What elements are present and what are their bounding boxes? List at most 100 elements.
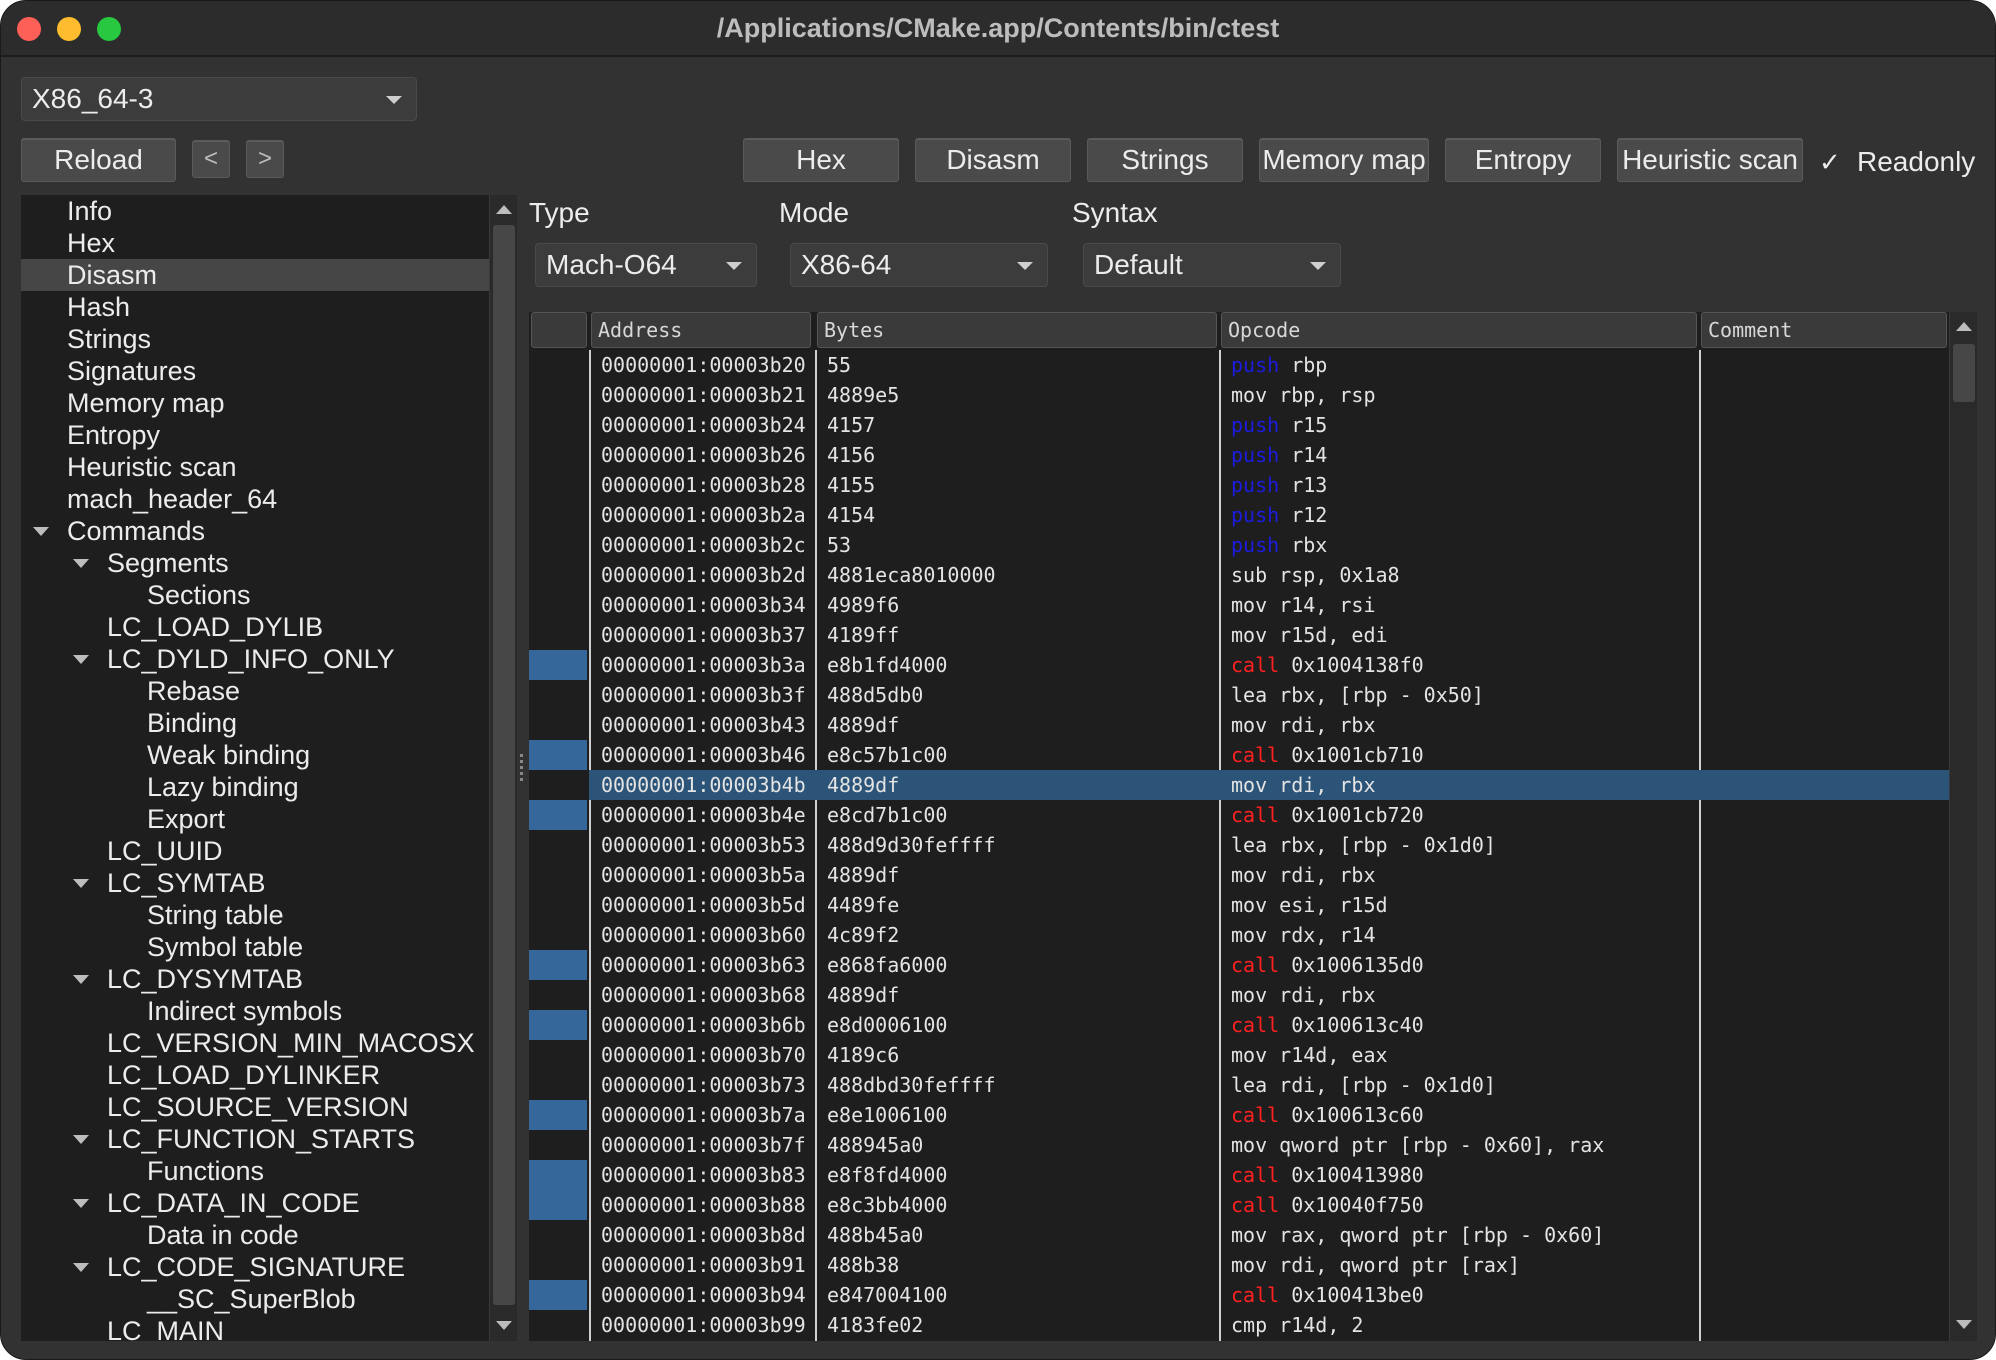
table-row[interactable]: 00000001:00003b70 4189c6 mov r14d, eax (529, 1040, 1949, 1070)
tree-item[interactable]: Functions (21, 1155, 489, 1187)
tab-disasm[interactable]: Disasm (915, 138, 1071, 182)
tree-item[interactable]: Symbol table (21, 931, 489, 963)
table-row[interactable]: 00000001:00003b99 4183fe02 cmp r14d, 2 (529, 1310, 1949, 1340)
tree-item[interactable]: LC_VERSION_MIN_MACOSX (21, 1027, 489, 1059)
mode-select[interactable]: X86-64 (790, 243, 1048, 287)
scroll-up-icon[interactable] (496, 205, 512, 214)
reload-button[interactable]: Reload (21, 138, 176, 182)
tree-item[interactable]: LC_UUID (21, 835, 489, 867)
tree-item[interactable]: Heuristic scan (21, 451, 489, 483)
expand-arrow-icon[interactable] (73, 1199, 89, 1208)
table-row[interactable]: 00000001:00003b68 4889df mov rdi, rbx (529, 980, 1949, 1010)
table-row[interactable]: 00000001:00003b83 e8f8fd4000 call 0x100413… (529, 1160, 1949, 1190)
tree-item[interactable]: Commands (21, 515, 489, 547)
tree-item[interactable]: Hash (21, 291, 489, 323)
forward-button[interactable]: > (246, 140, 284, 178)
tree-item[interactable]: Data in code (21, 1219, 489, 1251)
scroll-down-icon[interactable] (1956, 1320, 1972, 1329)
pane-splitter-handle[interactable] (519, 751, 525, 791)
table-scroll-thumb[interactable] (1953, 344, 1975, 402)
expand-arrow-icon[interactable] (73, 1263, 89, 1272)
readonly-checkbox[interactable]: ✓ Readonly (1819, 141, 1975, 183)
table-row[interactable]: 00000001:00003b2d 4881eca8010000 sub rsp, … (529, 560, 1949, 590)
scroll-up-icon[interactable] (1956, 322, 1972, 331)
expand-arrow-icon[interactable] (73, 1135, 89, 1144)
table-row[interactable]: 00000001:00003b26 4156 push r14 (529, 440, 1949, 470)
expand-arrow-icon[interactable] (33, 527, 49, 536)
tab-hex[interactable]: Hex (743, 138, 899, 182)
tree-item[interactable]: LC_SOURCE_VERSION (21, 1091, 489, 1123)
tree-item[interactable]: mach_header_64 (21, 483, 489, 515)
tree-item[interactable]: Binding (21, 707, 489, 739)
tree-item[interactable]: Export (21, 803, 489, 835)
expand-arrow-icon[interactable] (73, 655, 89, 664)
tree-item[interactable]: Signatures (21, 355, 489, 387)
table-row[interactable]: 00000001:00003b24 4157 push r15 (529, 410, 1949, 440)
tab-strings[interactable]: Strings (1087, 138, 1243, 182)
tree-item[interactable]: Weak binding (21, 739, 489, 771)
table-row[interactable]: 00000001:00003b5d 4489fe mov esi, r15d (529, 890, 1949, 920)
table-row[interactable]: 00000001:00003b21 4889e5 mov rbp, rsp (529, 380, 1949, 410)
column-header-opcode[interactable]: Opcode (1221, 312, 1697, 348)
table-row[interactable]: 00000001:00003b7a e8e1006100 call 0x100613… (529, 1100, 1949, 1130)
tree-scrollbar[interactable] (489, 195, 517, 1341)
column-header-comment[interactable]: Comment (1701, 312, 1947, 348)
tree-item[interactable]: Lazy binding (21, 771, 489, 803)
table-row[interactable]: 00000001:00003b73 488dbd30feffff lea rdi, … (529, 1070, 1949, 1100)
column-header-bytes[interactable]: Bytes (817, 312, 1217, 348)
table-row[interactable]: 00000001:00003b20 55 push rbp (529, 350, 1949, 380)
tree-item[interactable]: Info (21, 195, 489, 227)
tree-item[interactable]: LC_CODE_SIGNATURE (21, 1251, 489, 1283)
scroll-down-icon[interactable] (496, 1321, 512, 1330)
type-select[interactable]: Mach-O64 (535, 243, 757, 287)
table-row[interactable]: 00000001:00003b63 e868fa6000 call 0x100613… (529, 950, 1949, 980)
table-row[interactable]: 00000001:00003b43 4889df mov rdi, rbx (529, 710, 1949, 740)
disasm-table[interactable]: Address Bytes Opcode Comment 00000001:00… (529, 312, 1949, 1341)
table-row[interactable]: 00000001:00003b46 e8c57b1c00 call 0x1001cb… (529, 740, 1949, 770)
tree-item[interactable]: Sections (21, 579, 489, 611)
tree-item[interactable]: LC_MAIN (21, 1315, 489, 1341)
tab-heuristic-scan[interactable]: Heuristic scan (1617, 138, 1803, 182)
tree-item[interactable]: LC_DATA_IN_CODE (21, 1187, 489, 1219)
tree-item[interactable]: LC_DYLD_INFO_ONLY (21, 643, 489, 675)
table-row[interactable]: 00000001:00003b2c 53 push rbx (529, 530, 1949, 560)
tree-item[interactable]: Strings (21, 323, 489, 355)
table-row[interactable]: 00000001:00003b28 4155 push r13 (529, 470, 1949, 500)
table-row[interactable]: 00000001:00003b34 4989f6 mov r14, rsi (529, 590, 1949, 620)
table-row[interactable]: 00000001:00003b60 4c89f2 mov rdx, r14 (529, 920, 1949, 950)
tab-memory-map[interactable]: Memory map (1259, 138, 1429, 182)
tree-item[interactable]: Rebase (21, 675, 489, 707)
tree-item[interactable]: String table (21, 899, 489, 931)
table-row[interactable]: 00000001:00003b2a 4154 push r12 (529, 500, 1949, 530)
table-row[interactable]: 00000001:00003b6b e8d0006100 call 0x100613… (529, 1010, 1949, 1040)
tree-scroll-thumb[interactable] (493, 225, 515, 1305)
table-row[interactable]: 00000001:00003b88 e8c3bb4000 call 0x10040f… (529, 1190, 1949, 1220)
column-header-marker[interactable] (531, 312, 587, 348)
table-row[interactable]: 00000001:00003b4e e8cd7b1c00 call 0x1001cb… (529, 800, 1949, 830)
expand-arrow-icon[interactable] (73, 879, 89, 888)
arch-select[interactable]: X86_64-3 (21, 77, 417, 121)
column-header-address[interactable]: Address (591, 312, 811, 348)
tree-item[interactable]: Entropy (21, 419, 489, 451)
expand-arrow-icon[interactable] (73, 559, 89, 568)
tree-item[interactable]: Disasm (21, 259, 489, 291)
table-row[interactable]: 00000001:00003b3a e8b1fd4000 call 0x100413… (529, 650, 1949, 680)
back-button[interactable]: < (192, 140, 230, 178)
tree-item[interactable]: __SC_SuperBlob (21, 1283, 489, 1315)
tree-item[interactable]: LC_SYMTAB (21, 867, 489, 899)
table-row[interactable]: 00000001:00003b3f 488d5db0 lea rbx, [rbp -… (529, 680, 1949, 710)
syntax-select[interactable]: Default (1083, 243, 1341, 287)
table-scrollbar[interactable] (1949, 312, 1977, 1341)
table-row[interactable]: 00000001:00003b91 488b38 mov rdi, qword pt… (529, 1250, 1949, 1280)
table-row[interactable]: 00000001:00003b5a 4889df mov rdi, rbx (529, 860, 1949, 890)
tree-item[interactable]: Indirect symbols (21, 995, 489, 1027)
table-row[interactable]: 00000001:00003b94 e847004100 call 0x100413… (529, 1280, 1949, 1310)
table-row[interactable]: 00000001:00003b37 4189ff mov r15d, edi (529, 620, 1949, 650)
table-row[interactable]: 00000001:00003b4b 4889df mov rdi, rbx (529, 770, 1949, 800)
tree-item[interactable]: LC_LOAD_DYLINKER (21, 1059, 489, 1091)
expand-arrow-icon[interactable] (73, 975, 89, 984)
tree-item[interactable]: Hex (21, 227, 489, 259)
tree-item[interactable]: LC_DYSYMTAB (21, 963, 489, 995)
table-row[interactable]: 00000001:00003b8d 488b45a0 mov rax, qword … (529, 1220, 1949, 1250)
table-row[interactable]: 00000001:00003b7f 488945a0 mov qword ptr [… (529, 1130, 1949, 1160)
